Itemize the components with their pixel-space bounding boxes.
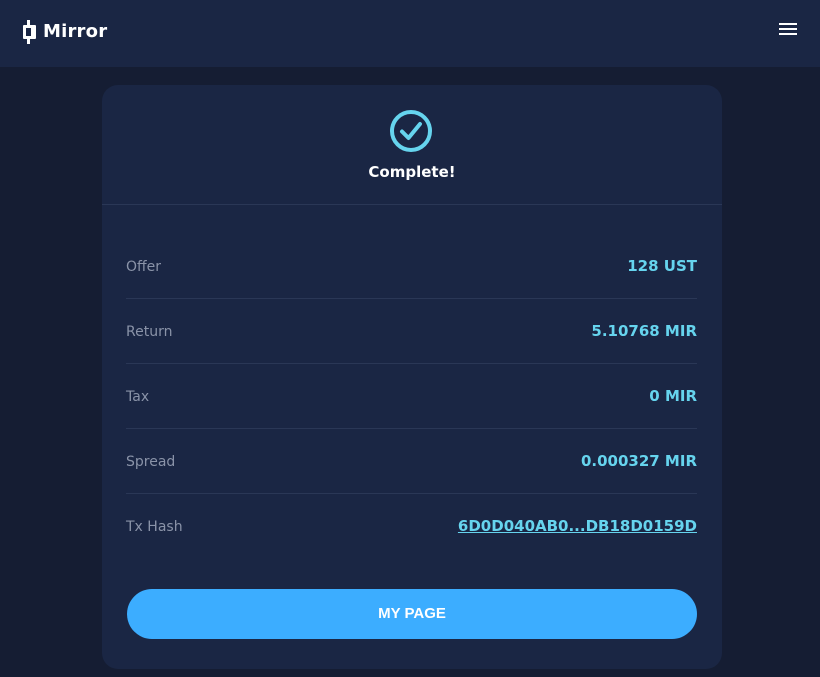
detail-value: 0 MIR bbox=[649, 387, 697, 405]
my-page-button[interactable]: MY PAGE bbox=[127, 589, 697, 639]
result-header: Complete! bbox=[102, 85, 722, 205]
result-title: Complete! bbox=[368, 163, 456, 181]
detail-value: 5.10768 MIR bbox=[591, 322, 697, 340]
detail-value: 0.000327 MIR bbox=[580, 452, 697, 470]
detail-label: Tax bbox=[126, 389, 150, 405]
detail-label: Offer bbox=[126, 259, 162, 275]
mirror-logo[interactable]: Mirror bbox=[23, 20, 107, 44]
transaction-details: Offer 128 UST Return 5.10768 MIR Tax 0 M… bbox=[126, 234, 697, 558]
detail-label: Tx Hash bbox=[126, 519, 183, 535]
mirror-logo-icon bbox=[23, 20, 37, 44]
detail-label: Return bbox=[126, 324, 173, 340]
menu-button[interactable] bbox=[777, 20, 799, 38]
hamburger-menu-icon bbox=[777, 23, 799, 42]
detail-row-tax: Tax 0 MIR bbox=[126, 364, 697, 429]
check-circle-icon bbox=[388, 108, 434, 154]
detail-value: 128 UST bbox=[627, 257, 697, 275]
detail-label: Spread bbox=[126, 454, 176, 470]
detail-row-spread: Spread 0.000327 MIR bbox=[126, 429, 697, 494]
detail-row-return: Return 5.10768 MIR bbox=[126, 299, 697, 364]
tx-hash-link[interactable]: 6D0D040AB0...DB18D0159D bbox=[458, 516, 697, 536]
top-navigation-bar: Mirror bbox=[0, 0, 820, 67]
transaction-result-card: Complete! Offer 128 UST Return 5.10768 M… bbox=[102, 85, 722, 669]
detail-row-tx-hash: Tx Hash 6D0D040AB0...DB18D0159D bbox=[126, 494, 697, 558]
app-name: Mirror bbox=[43, 21, 108, 42]
detail-row-offer: Offer 128 UST bbox=[126, 234, 697, 299]
